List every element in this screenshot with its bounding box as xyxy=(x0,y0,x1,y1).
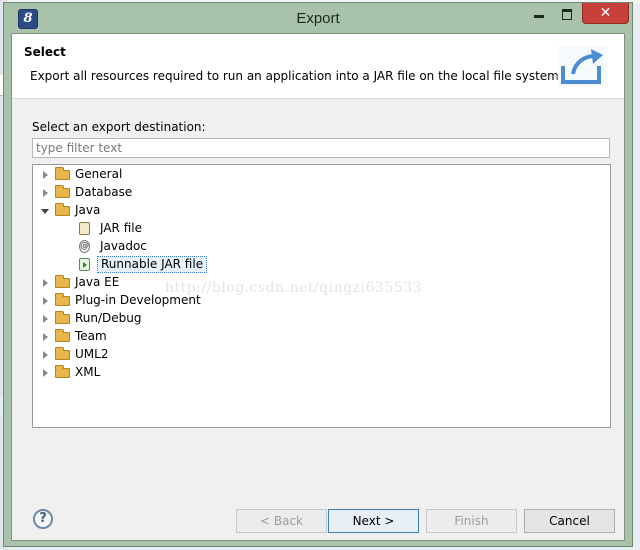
close-icon: ✕ xyxy=(599,5,612,21)
tree-item-label: Runnable JAR file xyxy=(97,256,208,273)
folder-icon xyxy=(55,167,70,180)
minimize-button[interactable] xyxy=(526,3,552,23)
expand-arrow-icon[interactable] xyxy=(43,189,48,197)
export-dialog: 8 Export ✕ Select Export all resources r… xyxy=(3,2,633,547)
folder-icon xyxy=(55,293,70,306)
export-wizard-icon xyxy=(557,44,609,88)
tree-item-label: UML2 xyxy=(75,347,109,361)
jar-icon xyxy=(79,222,90,235)
tree-item-label: Java EE xyxy=(75,275,120,289)
folder-icon xyxy=(55,311,70,324)
expand-arrow-icon[interactable] xyxy=(43,369,48,377)
expand-arrow-icon[interactable] xyxy=(43,351,48,359)
tree-item-label: JAR file xyxy=(100,221,142,235)
cancel-button[interactable]: Cancel xyxy=(524,509,615,533)
destination-tree[interactable]: General Database Java JAR file @ Javadoc xyxy=(32,164,611,428)
expand-arrow-icon[interactable] xyxy=(43,279,48,287)
runnable-jar-icon xyxy=(79,258,90,271)
collapse-arrow-icon[interactable] xyxy=(41,209,49,214)
wizard-header: Select Export all resources required to … xyxy=(12,34,624,99)
title-bar[interactable]: 8 Export ✕ xyxy=(4,3,632,33)
filter-input[interactable] xyxy=(32,138,610,158)
back-button[interactable]: < Back xyxy=(236,509,327,533)
javadoc-icon: @ xyxy=(79,240,90,253)
expand-arrow-icon[interactable] xyxy=(43,333,48,341)
watermark: http://blog.csdn.net/qingzi635533 xyxy=(165,280,422,296)
expand-arrow-icon[interactable] xyxy=(43,297,48,305)
help-icon[interactable]: ? xyxy=(33,509,53,529)
tree-item-label: Javadoc xyxy=(100,239,147,253)
tree-item-label: Database xyxy=(75,185,133,199)
page-description: Export all resources required to run an … xyxy=(30,69,563,83)
close-button[interactable]: ✕ xyxy=(582,3,629,24)
finish-button[interactable]: Finish xyxy=(426,509,517,533)
folder-icon xyxy=(55,365,70,378)
expand-arrow-icon[interactable] xyxy=(43,315,48,323)
tree-item-label: Team xyxy=(75,329,107,343)
background-app-row-right xyxy=(632,398,640,416)
folder-icon xyxy=(55,347,70,360)
maximize-button[interactable] xyxy=(554,3,580,23)
tree-item-label: XML xyxy=(75,365,101,379)
page-title: Select xyxy=(24,45,66,59)
tree-item-label: Java xyxy=(75,203,101,217)
folder-icon xyxy=(55,185,70,198)
folder-icon xyxy=(55,203,70,216)
folder-icon xyxy=(55,275,70,288)
destination-label: Select an export destination: xyxy=(32,120,206,134)
tree-item-label: General xyxy=(75,167,123,181)
next-button[interactable]: Next > xyxy=(328,509,419,533)
folder-icon xyxy=(55,329,70,342)
dialog-content: Select Export all resources required to … xyxy=(11,33,625,541)
expand-arrow-icon[interactable] xyxy=(43,171,48,179)
tree-item-label: Run/Debug xyxy=(75,311,142,325)
